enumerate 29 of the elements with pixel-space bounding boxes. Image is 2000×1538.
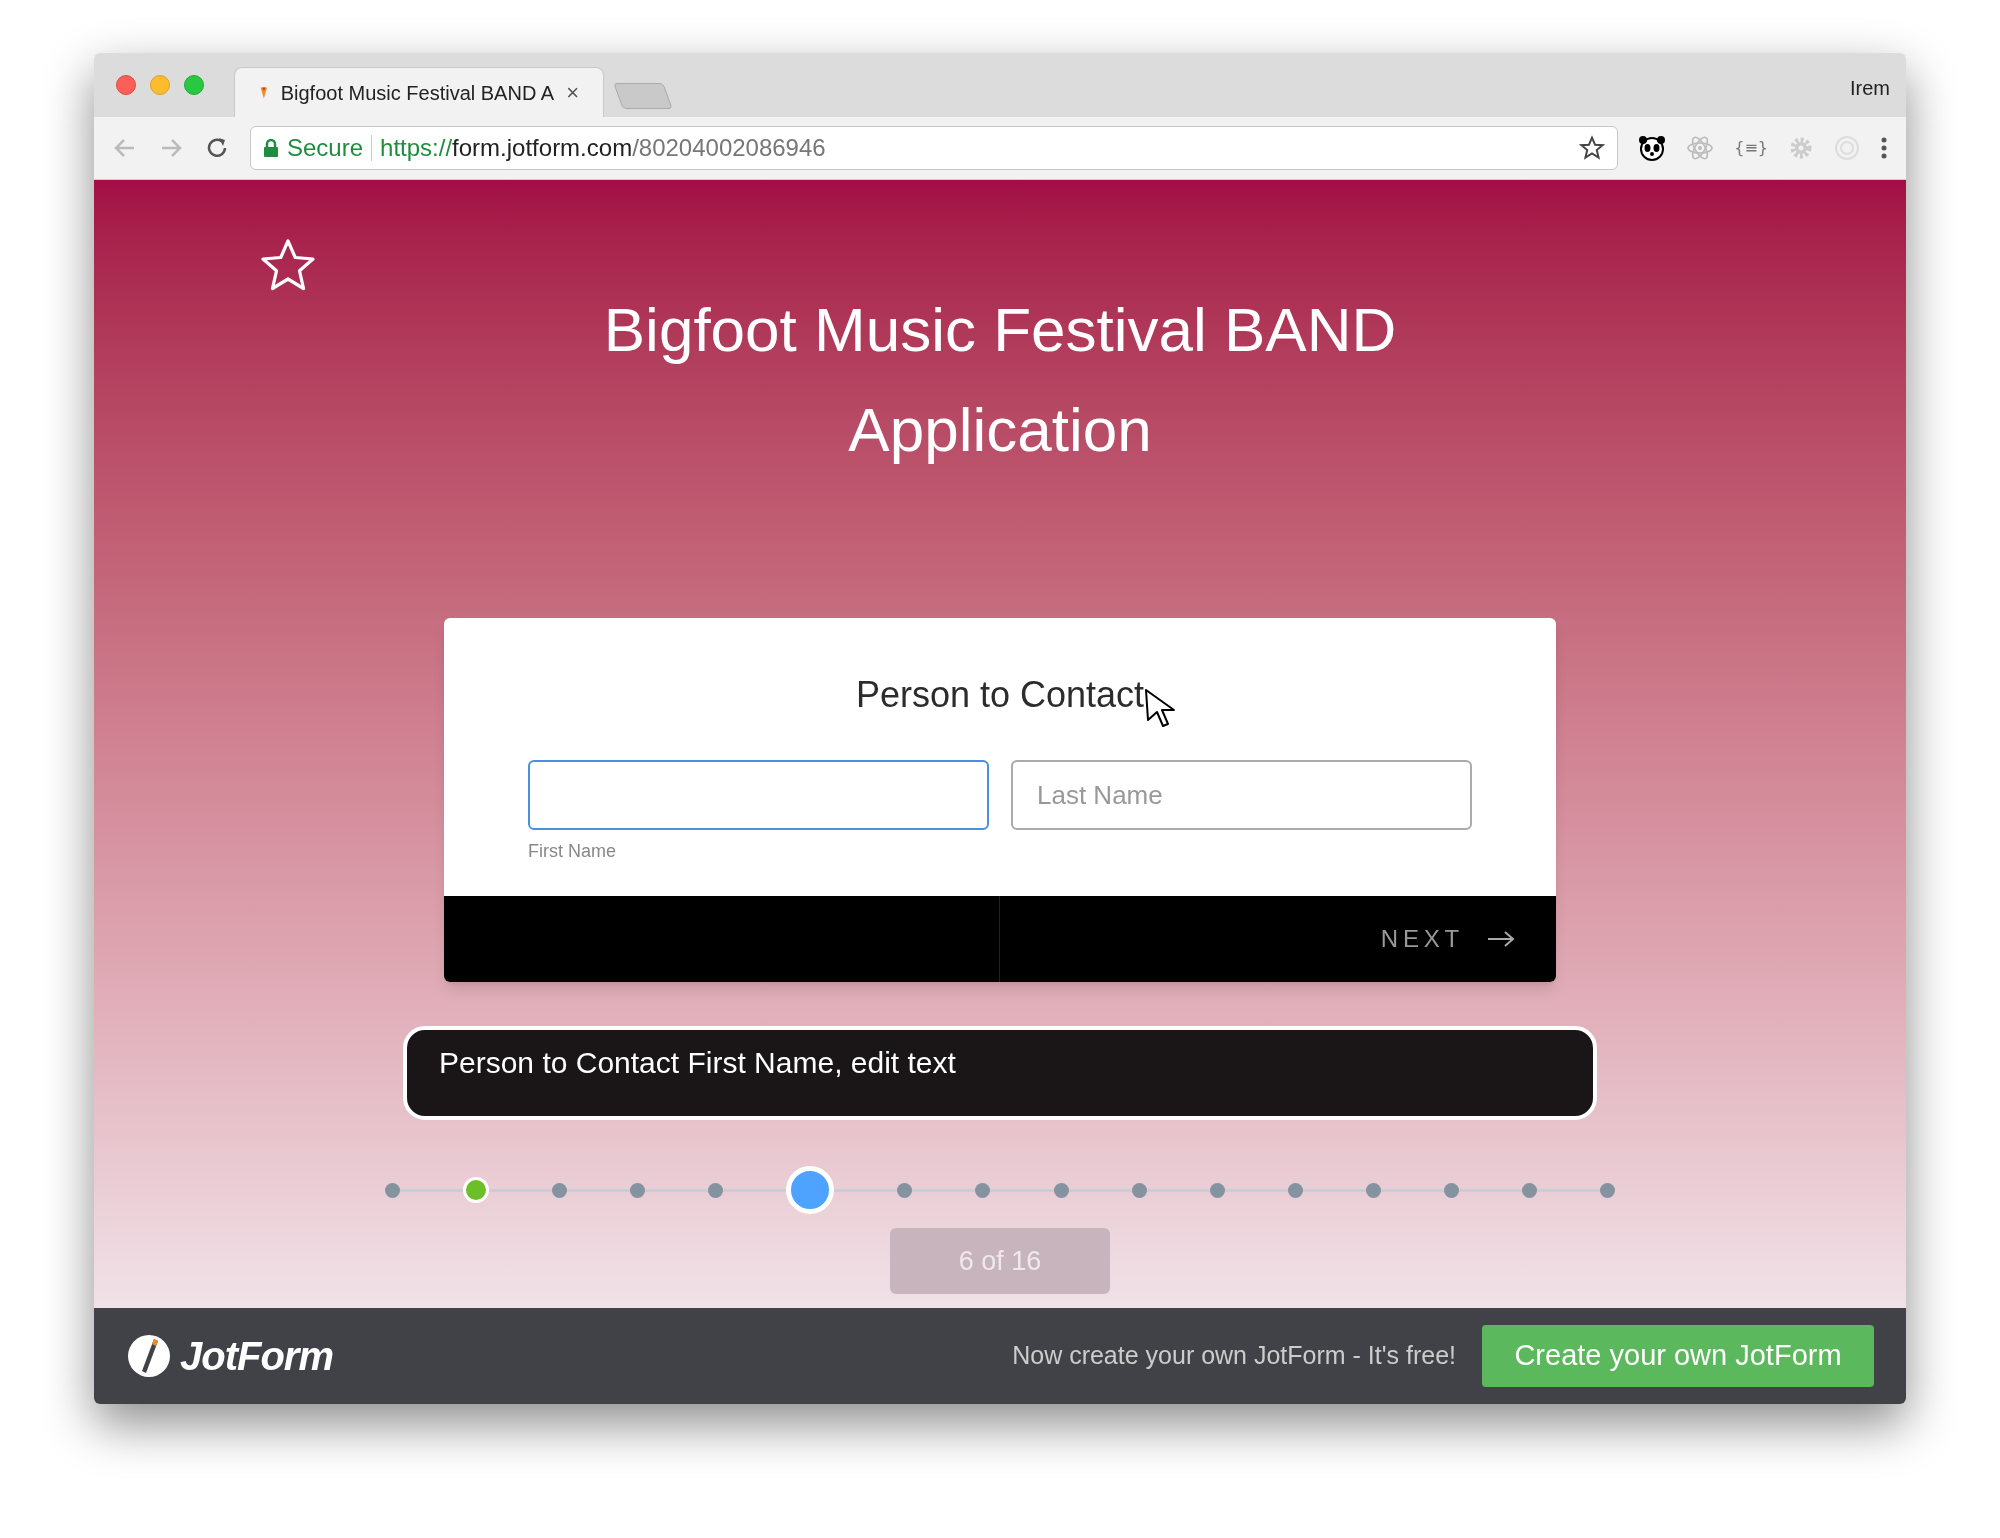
url-text: https://form.jotform.com/80204002086946 — [380, 133, 826, 163]
secure-label: Secure — [287, 133, 364, 163]
panda-icon[interactable] — [1638, 134, 1667, 162]
tab-close-button[interactable]: × — [566, 76, 579, 109]
name-input-field[interactable] — [528, 760, 989, 830]
close-window-button[interactable] — [116, 75, 136, 95]
maximize-window-button[interactable] — [184, 75, 204, 95]
atom-icon[interactable] — [1686, 134, 1715, 162]
question-title: Person to Contact — [855, 673, 1145, 717]
minimize-window-button[interactable] — [150, 75, 170, 95]
arrow-right-icon — [1486, 929, 1516, 949]
browser-tab[interactable]: Bigfoot Music Festival BAND A × — [234, 67, 604, 117]
settings-icon[interactable] — [1788, 135, 1814, 161]
address-field[interactable]: Secure https://form.jotform.com/80204002086946 — [250, 126, 1619, 170]
bookmark-star-icon[interactable] — [1579, 135, 1606, 161]
field-label: First Name — [528, 840, 617, 862]
promo-text: Now create your own JotForm - It's free! — [1012, 1340, 1456, 1372]
cursor-icon — [1144, 688, 1178, 728]
name-input-field[interactable]: Last Name — [1011, 760, 1472, 830]
menu-icon[interactable] — [1880, 135, 1888, 161]
tab-title: Bigfoot Music Festival BAND A — [280, 80, 555, 106]
profile-name[interactable]: Irem — [1850, 73, 1890, 103]
next-button[interactable]: NEXT — [1380, 921, 1516, 957]
screen-reader-caption: Person to Contact First Name, edit text — [403, 1026, 1597, 1120]
jotform-logo-text: JotForm — [180, 1333, 333, 1380]
lock-icon — [263, 138, 279, 158]
form-title: Bigfoot Music Festival BAND Application — [602, 294, 1398, 466]
jotform-logo-icon — [126, 1333, 172, 1379]
extension-button[interactable]: {≡} — [1734, 136, 1768, 160]
